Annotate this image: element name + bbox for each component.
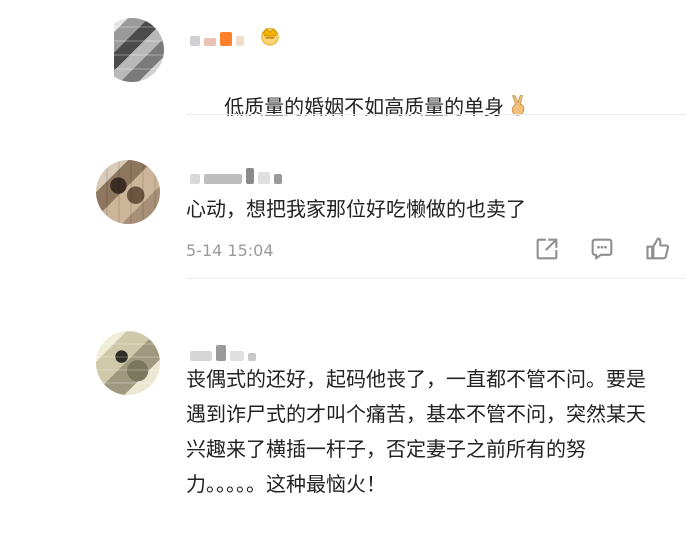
comment-item-1: 低质量的婚姻不如高质量的单身 [0, 0, 686, 120]
crown-badge-icon [261, 27, 279, 46]
blurred-username[interactable] [190, 345, 256, 361]
comment-timestamp: 5-14 15:04 [186, 241, 274, 260]
user-avatar[interactable] [96, 160, 160, 224]
divider [186, 114, 686, 115]
comment-text-content: 低质量的婚姻不如高质量的单身 [224, 95, 505, 119]
user-avatar[interactable] [96, 331, 160, 395]
user-avatar[interactable] [100, 18, 164, 82]
comment-feed: 低质量的婚姻不如高质量的单身 心动，想把我家那位好吃懒做的也卖了 5-14 15… [0, 0, 686, 551]
share-icon[interactable] [533, 235, 561, 263]
divider [186, 278, 686, 279]
comment-text: 丧偶式的还好，起码他丧了，一直都不管不问。要是遇到诈尸式的才叫个痛苦，基本不管不… [186, 367, 646, 496]
blurred-username[interactable] [190, 168, 282, 184]
blurred-username[interactable] [190, 30, 244, 46]
comment-item-2: 心动，想把我家那位好吃懒做的也卖了 5-14 15:04 [0, 140, 686, 280]
reply-icon[interactable] [588, 235, 616, 263]
comment-item-3: 丧偶式的还好，起码他丧了，一直都不管不问。要是遇到诈尸式的才叫个痛苦，基本不管不… [0, 305, 686, 551]
like-icon[interactable] [644, 235, 672, 263]
comment-text: 心动，想把我家那位好吃懒做的也卖了 [186, 197, 526, 221]
